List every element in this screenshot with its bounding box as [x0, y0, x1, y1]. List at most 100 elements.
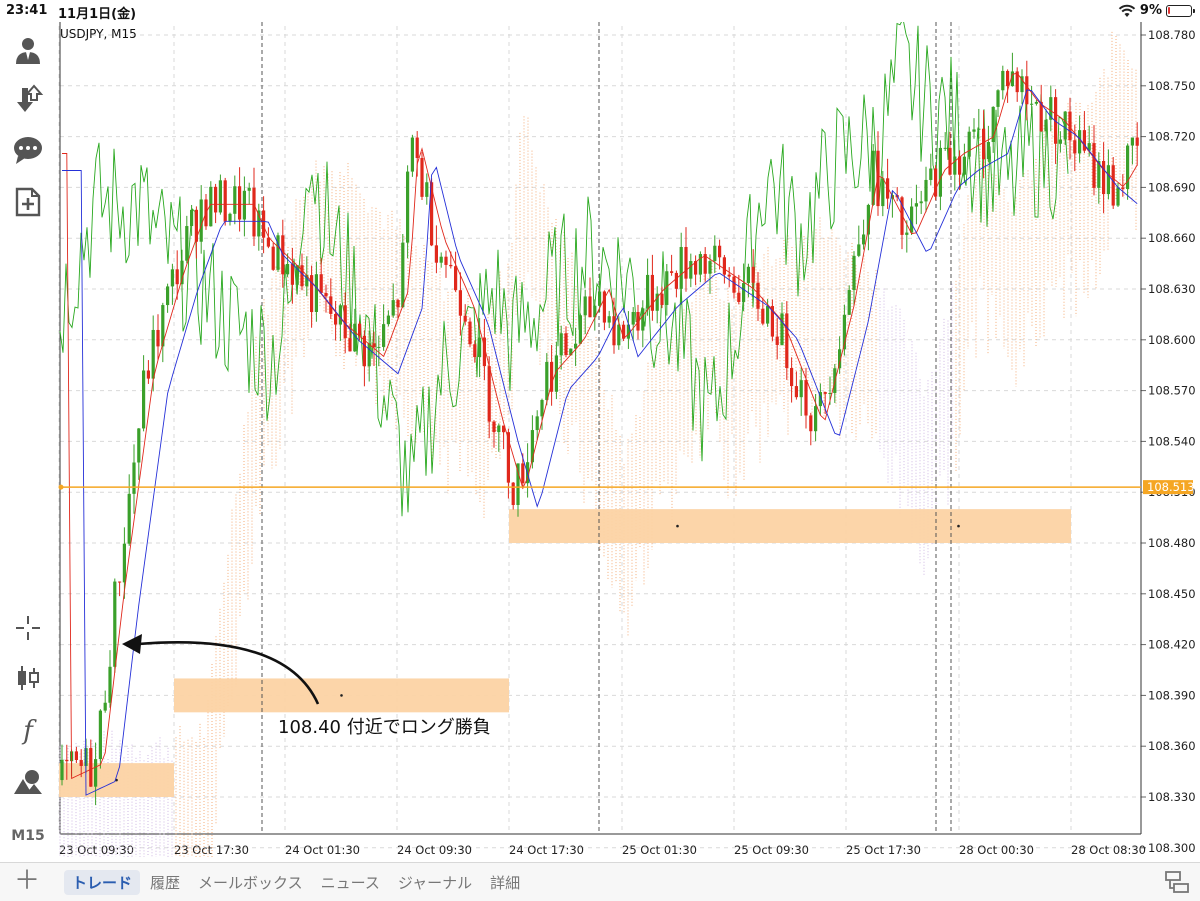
add-icon[interactable]: ＋: [14, 867, 40, 895]
candle-bull: [929, 168, 933, 180]
candle-bull: [338, 305, 342, 325]
candle-bear: [415, 137, 419, 158]
timeframe-button[interactable]: M15: [10, 818, 46, 854]
time-axis-label: 25 Oct 17:30: [846, 843, 921, 857]
account-icon[interactable]: [10, 32, 46, 68]
tab-trade[interactable]: トレード: [64, 870, 141, 895]
tab-history[interactable]: 履歴: [142, 870, 188, 895]
candle-bear: [674, 272, 678, 289]
candle-bull: [142, 370, 146, 429]
candle-bear: [948, 147, 952, 175]
candle-bear: [823, 392, 827, 394]
candle-bull: [766, 306, 770, 324]
layout-icon[interactable]: [1164, 869, 1190, 895]
candle-bull: [799, 380, 803, 398]
price-axis-label: 108.420: [1148, 638, 1196, 652]
tab-news[interactable]: ニュース: [313, 870, 388, 895]
new-document-icon[interactable]: [10, 184, 46, 220]
time-axis-label: 28 Oct 00:30: [959, 843, 1034, 857]
crosshair-icon[interactable]: [10, 610, 46, 646]
chart-area[interactable]: 108.780 108.750 108.720 108.690 108.660 108.6…: [56, 22, 1200, 857]
candle-bear: [684, 246, 688, 279]
candle-bear: [79, 760, 83, 766]
zone-marker: [340, 694, 343, 697]
price-chart[interactable]: 108.780 108.750 108.720 108.690 108.660 108.6…: [56, 22, 1200, 857]
candle-bull: [242, 190, 246, 220]
time-axis-label: 28 Oct 08:30: [1071, 843, 1146, 857]
candle-bear: [449, 264, 453, 267]
candle-bear: [156, 329, 160, 347]
candle-bull: [180, 260, 184, 285]
candle-bear: [785, 313, 789, 369]
candle-bull: [1058, 139, 1062, 144]
candle-bear: [1073, 140, 1077, 154]
candle-bear: [74, 751, 78, 761]
candle-bear: [958, 156, 962, 175]
price-axis-label: 108.480: [1148, 536, 1196, 550]
tab-details[interactable]: 詳細: [482, 870, 528, 895]
candle-bear: [252, 187, 256, 237]
candle-bear: [420, 157, 424, 197]
candle-bull: [780, 313, 784, 345]
candle-bull: [247, 187, 251, 191]
candle-bull: [814, 406, 818, 432]
annotation-arrowhead: [122, 634, 142, 654]
candle-bear: [334, 313, 338, 325]
price-axis-label: 108.450: [1148, 587, 1196, 601]
candle-bull: [170, 269, 174, 287]
candle-bear: [1092, 143, 1096, 188]
candle-bull: [967, 131, 971, 157]
candle-bull: [938, 147, 942, 197]
candle-bull: [996, 90, 1000, 107]
candles-icon[interactable]: [10, 660, 46, 696]
price-axis-label: 108.390: [1148, 688, 1196, 702]
candle-bull: [828, 393, 832, 395]
candle-bull: [98, 710, 102, 760]
function-icon[interactable]: f: [10, 712, 46, 748]
candle-bull: [679, 246, 683, 289]
trade-arrows-icon[interactable]: [10, 82, 46, 118]
candle-bull: [1116, 187, 1120, 206]
candle-bear: [324, 292, 328, 297]
candle-bear: [1039, 101, 1043, 132]
candle-bull: [852, 255, 856, 291]
candle-bear: [473, 344, 477, 358]
candle-bull: [986, 142, 990, 160]
candle-bull: [218, 180, 222, 213]
candle-bear: [89, 748, 93, 787]
chat-icon[interactable]: [10, 132, 46, 168]
candle-bull: [166, 286, 170, 306]
objects-icon[interactable]: [10, 764, 46, 800]
candle-bull: [962, 156, 966, 175]
candle-bull: [857, 244, 861, 256]
candle-bear: [622, 324, 626, 339]
candle-bull: [953, 156, 957, 175]
price-axis-label: 108.570: [1148, 384, 1196, 398]
candle-bull: [314, 274, 318, 312]
candle-bull: [1130, 137, 1134, 146]
candle-bear: [521, 463, 525, 484]
candle-bear: [175, 269, 179, 285]
tenkan-sen-line: [62, 72, 1138, 780]
candle-bear: [722, 257, 726, 275]
candle-bear: [290, 263, 294, 285]
candle-bull: [151, 329, 155, 379]
candle-bear: [1006, 70, 1010, 87]
zone-marker: [957, 524, 960, 528]
candle-bull: [540, 399, 544, 417]
candle-bear: [118, 581, 122, 583]
candle-bull: [410, 137, 414, 172]
price-axis-label: 108.750: [1148, 79, 1196, 93]
tab-mailbox[interactable]: メールボックス: [190, 870, 311, 895]
candle-bear: [454, 266, 458, 291]
candle-bull: [94, 759, 98, 787]
candle-bear: [492, 421, 496, 433]
candle-bear: [223, 180, 227, 222]
price-axis-label: 108.780: [1148, 28, 1196, 42]
candle-bear: [319, 274, 323, 293]
candle-bull: [367, 343, 371, 367]
candle-bull: [286, 263, 290, 275]
tab-journal[interactable]: ジャーナル: [390, 870, 480, 895]
candle-bear: [358, 323, 362, 336]
price-axis-label: 108.360: [1148, 739, 1196, 753]
